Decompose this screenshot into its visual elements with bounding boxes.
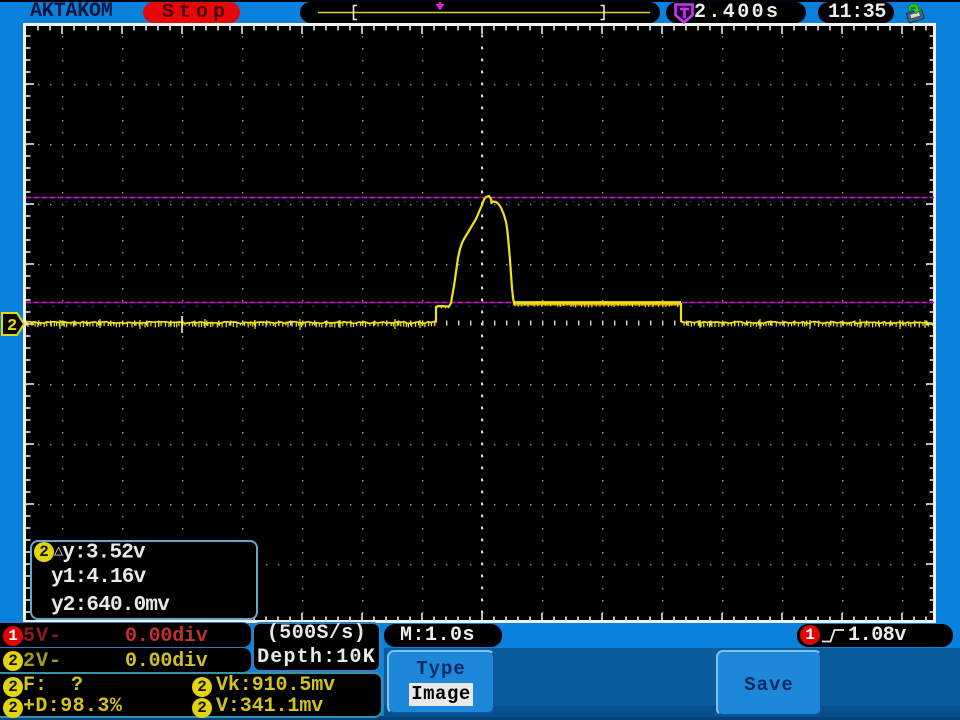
svg-text:2: 2: [7, 317, 17, 336]
